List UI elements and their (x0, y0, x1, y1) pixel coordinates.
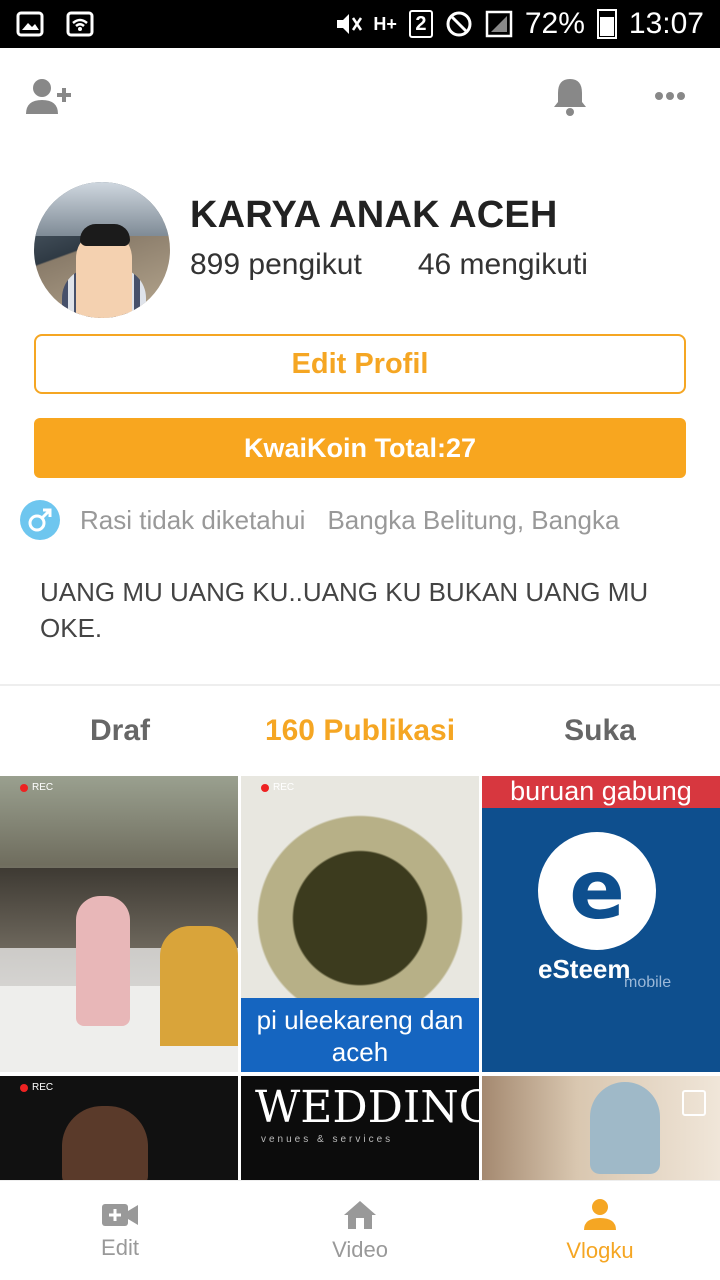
rec-indicator: REC (20, 782, 53, 793)
divider (0, 684, 720, 686)
top-action-bar (0, 60, 720, 140)
add-friend-button[interactable] (22, 68, 78, 124)
tab-publikasi[interactable]: 160 Publikasi (240, 700, 480, 762)
bottom-navigation: Edit Video Vlogku (0, 1180, 720, 1280)
video-grid: REC REC pi uleekareng dan aceh buruan ga… (0, 776, 720, 1180)
brand-text: eSteem (538, 954, 631, 984)
profile-stats: 899 pengikut 46 mengikuti (190, 248, 588, 282)
network-type: H+ (373, 13, 397, 34)
rec-indicator: REC (261, 782, 294, 793)
brand-sub-text: mobile (624, 974, 672, 991)
location-text: Bangka Belitung, Bangka (327, 504, 620, 535)
tab-suka[interactable]: Suka (480, 700, 720, 762)
nav-vlogku[interactable]: Vlogku (480, 1181, 720, 1280)
kwaikoin-button[interactable]: KwaiKoin Total:27 (34, 418, 686, 478)
wedding-title: WEDDING (255, 1082, 479, 1133)
gallery-icon (16, 10, 44, 38)
video-thumbnail[interactable] (482, 1076, 720, 1180)
profile-tabs: Draf 160 Publikasi Suka (0, 700, 720, 762)
followers-count[interactable]: 899 pengikut (190, 248, 362, 282)
nav-video[interactable]: Video (240, 1181, 480, 1280)
home-icon (344, 1200, 376, 1229)
following-count[interactable]: 46 mengikuti (418, 248, 588, 282)
profile-avatar[interactable] (34, 182, 170, 318)
edit-profile-button[interactable]: Edit Profil (34, 334, 686, 394)
add-user-icon (26, 79, 71, 114)
video-thumbnail[interactable]: buruan gabung e eSteem mobile (482, 776, 720, 1072)
wedding-subtitle: venues & services (261, 1134, 394, 1145)
rec-indicator: REC (20, 1082, 53, 1093)
sim-indicator: 2 (408, 10, 433, 38)
video-caption: pi uleekareng dan aceh (241, 998, 479, 1072)
more-dots-icon (655, 92, 685, 100)
video-thumbnail[interactable]: REC (0, 1076, 238, 1180)
tab-draf[interactable]: Draf (0, 700, 240, 762)
user-icon (584, 1198, 616, 1230)
wifi-icon (66, 10, 94, 38)
video-thumbnail[interactable]: WEDDING venues & services (241, 1076, 479, 1180)
nav-video-label: Video (332, 1236, 388, 1262)
battery-icon (596, 9, 617, 39)
notification-button[interactable] (542, 68, 598, 124)
nav-edit[interactable]: Edit (0, 1181, 240, 1280)
video-thumbnail[interactable]: REC pi uleekareng dan aceh (241, 776, 479, 1072)
battery-percentage: 72% (524, 7, 585, 40)
esteem-logo-icon: e (538, 832, 656, 950)
no-signal-icon (445, 10, 473, 38)
more-options-button[interactable] (642, 68, 698, 124)
profile-name: KARYA ANAK ACEH (190, 194, 558, 236)
profile-info: Rasi tidak diketahui Bangka Belitung, Ba… (20, 500, 619, 540)
male-gender-icon (20, 500, 60, 540)
nav-vlogku-label: Vlogku (566, 1237, 634, 1263)
status-bar: H+ 2 72% 13:07 (0, 0, 720, 48)
promo-banner-text: buruan gabung (482, 776, 720, 808)
nav-edit-label: Edit (101, 1234, 139, 1260)
bell-icon (554, 79, 586, 116)
mute-icon (333, 10, 363, 38)
clock: 13:07 (628, 7, 704, 40)
video-thumbnail[interactable]: REC (0, 776, 238, 1072)
signal-icon (485, 10, 513, 38)
lock-icon (682, 1090, 706, 1116)
zodiac-text: Rasi tidak diketahui (80, 504, 306, 535)
profile-bio: UANG MU UANG KU..UANG KU BUKAN UANG MU O… (40, 577, 649, 643)
video-camera-icon (102, 1203, 138, 1226)
